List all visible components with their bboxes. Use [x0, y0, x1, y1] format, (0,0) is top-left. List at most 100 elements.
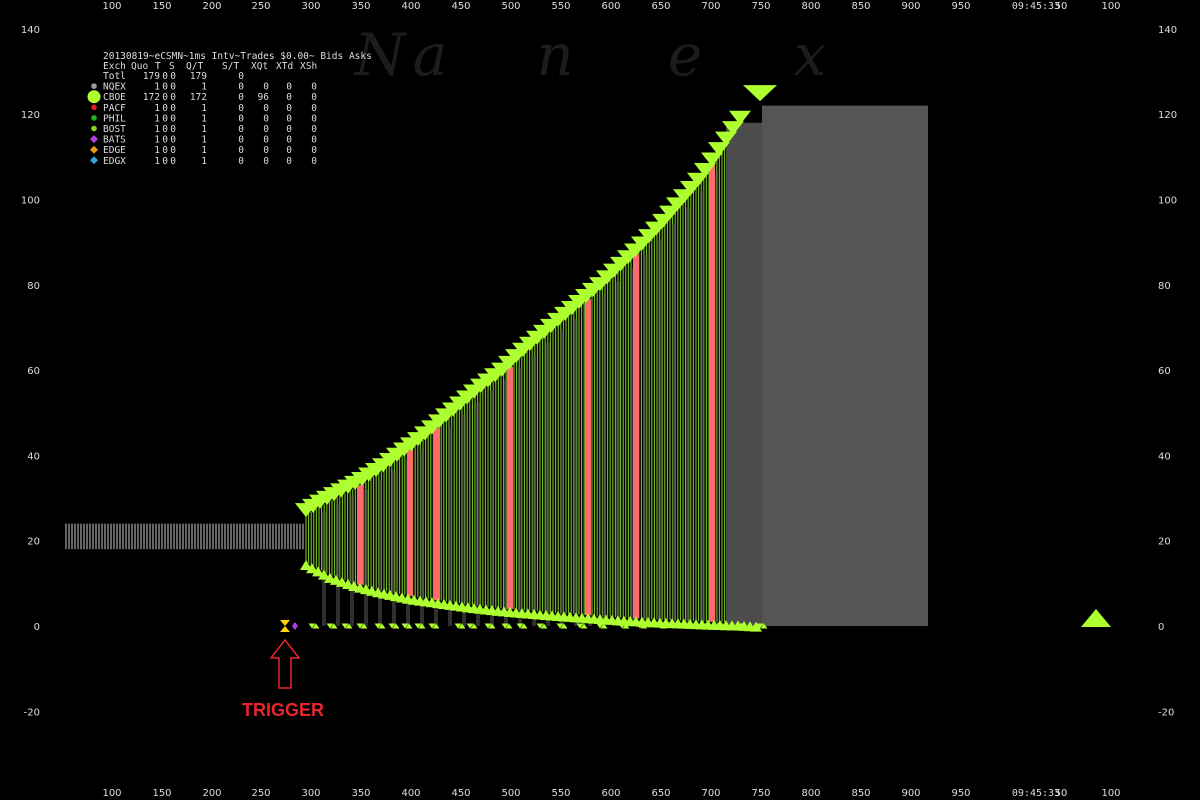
spread-shadow: [378, 480, 382, 626]
legend-cell-exch: EDGX: [103, 156, 126, 167]
red-spread-bar: [407, 450, 413, 597]
legend-cell-s: 0: [170, 156, 176, 167]
legend-header: XTd: [276, 61, 293, 72]
trigger-annotation: TRIGGER: [242, 620, 324, 720]
trigger-arrow: [269, 638, 301, 689]
legend-marker-diamond: [90, 135, 98, 144]
x-tick-label-bottom: 900: [901, 788, 920, 799]
legend-cell-quo: 1: [154, 145, 160, 156]
y-tick-label-left: -20: [24, 707, 40, 718]
legend-cell-xsh: 0: [311, 135, 317, 146]
legend-cell-s: 0: [170, 113, 176, 124]
x-tick-label-bottom: 350: [351, 788, 370, 799]
spread-shadow: [448, 426, 452, 626]
spread-shadow: [658, 239, 662, 626]
x-tick-label-bottom: 200: [202, 788, 221, 799]
y-tick-label-left: 100: [21, 196, 40, 207]
x-tick-label-top: 350: [351, 1, 370, 12]
legend-cell-exch: BATS: [103, 135, 126, 146]
legend-cell-s: 0: [170, 71, 176, 82]
legend-cell-xtd: 0: [286, 113, 292, 124]
y-tick-label-left: 40: [27, 451, 40, 462]
legend-marker-circle: [91, 125, 97, 132]
watermark-letter: n: [536, 21, 573, 89]
legend-cell-quo: 1: [154, 103, 160, 114]
legend-cell-xtd: 0: [286, 103, 292, 114]
legend-cell-st: 0: [238, 71, 244, 82]
x-tick-label-top: 200: [202, 1, 221, 12]
legend-cell-st: 0: [238, 156, 244, 167]
pre-final-block: [726, 122, 762, 626]
legend-cell-t: 0: [162, 135, 168, 146]
spread-shadow: [490, 390, 494, 626]
red-spread-bar: [709, 164, 715, 622]
red-spread-bar: [434, 428, 440, 600]
legend-cell-quo: 1: [154, 124, 160, 135]
legend-cell-exch: Totl: [103, 71, 126, 82]
spread-shadow: [532, 354, 536, 626]
spread-shadow: [392, 470, 396, 626]
legend-cell-exch: PHIL: [103, 113, 126, 124]
x-tick-label-bottom: 50: [1055, 788, 1068, 799]
legend-cell-st: 0: [238, 113, 244, 124]
x-tick-label-bottom: 100: [1101, 788, 1120, 799]
x-tick-label-top: 650: [651, 1, 670, 12]
spread-shadow: [700, 191, 704, 626]
legend-cell-t: 0: [162, 145, 168, 156]
legend-cell-xsh: 0: [311, 145, 317, 156]
legend-marker-circle: [91, 83, 97, 89]
legend-cell-st: 0: [238, 124, 244, 135]
watermark-letter: a: [413, 21, 448, 89]
legend-header: S/T: [222, 61, 239, 72]
legend-cell-st: 0: [238, 135, 244, 146]
ask-extra-marker: [743, 85, 777, 102]
y-tick-label-left: 120: [21, 110, 40, 121]
y-tick-label-left: 60: [27, 366, 40, 377]
legend-cell-st: 0: [238, 92, 244, 103]
x-tick-label-bottom: 700: [701, 788, 720, 799]
x-tick-label-top: 450: [451, 1, 470, 12]
spread-shadow: [574, 318, 578, 626]
y-tick-label-left: 0: [34, 622, 40, 633]
legend-cell-qt: 1: [201, 145, 207, 156]
legend-cell-exch: NQEX: [103, 82, 126, 93]
x-tick-label-top: 50: [1055, 1, 1068, 12]
spread-shadow: [462, 414, 466, 626]
x-tick-label-top: 800: [801, 1, 820, 12]
legend-cell-xsh: 0: [311, 82, 317, 93]
legend-cell-xqt: 0: [263, 156, 269, 167]
spread-shadow: [616, 281, 620, 626]
legend-cell-xsh: 0: [311, 124, 317, 135]
x-tick-label-top: 250: [251, 1, 270, 12]
trigger-diamond: [292, 622, 298, 630]
legend-cell-quo: 1: [154, 135, 160, 146]
legend-cell-s: 0: [170, 103, 176, 114]
legend-cell-quo: 1: [154, 113, 160, 124]
y-tick-label-right: 100: [1158, 196, 1177, 207]
x-tick-label-top: 150: [152, 1, 171, 12]
y-tick-label-left: 140: [21, 25, 40, 36]
red-spread-bar: [507, 366, 513, 609]
legend-cell-xtd: 0: [286, 135, 292, 146]
x-tick-label-bottom: 450: [451, 788, 470, 799]
spread-shadow: [322, 511, 326, 626]
spread-shadow: [560, 330, 564, 626]
legend-cell-qt: 1: [201, 82, 207, 93]
legend-cell-xqt: 96: [258, 92, 270, 103]
spread-shadow: [672, 223, 676, 627]
legend-cell-quo: 179: [143, 71, 160, 82]
legend-cell-xtd: 0: [286, 92, 292, 103]
legend-header: XSh: [300, 61, 317, 72]
legend-cell-xtd: 0: [286, 82, 292, 93]
legend-cell-exch: BOST: [103, 124, 126, 135]
x-tick-label-bottom: 550: [551, 788, 570, 799]
legend-cell-st: 0: [238, 145, 244, 156]
legend: 20130819~eCSMN~1ms Intv~Trades $0.00~ Bi…: [87, 51, 372, 167]
legend-cell-xqt: 0: [263, 124, 269, 135]
y-tick-label-right: -20: [1158, 707, 1174, 718]
x-tick-label-top: 100: [102, 1, 121, 12]
spread-shadow: [336, 504, 340, 626]
x-tick-label-top: 900: [901, 1, 920, 12]
trigger-marker: [280, 620, 290, 632]
legend-marker-circle: [91, 104, 97, 111]
